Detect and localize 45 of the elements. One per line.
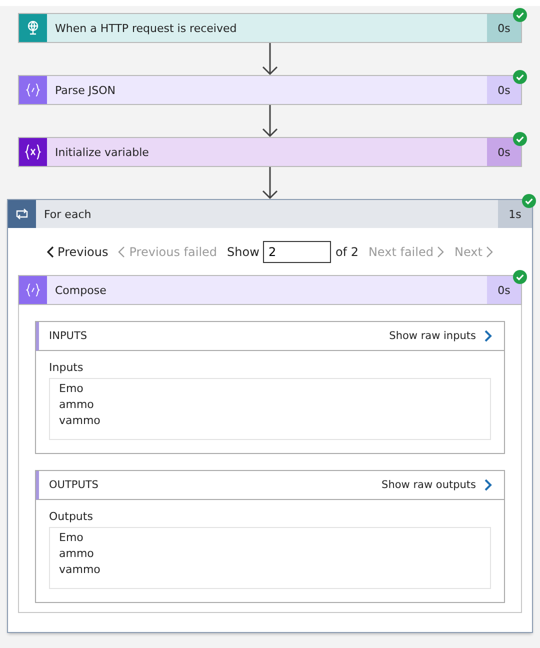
- duration-label: 0s: [487, 138, 521, 166]
- section-heading: OUTPUTS: [49, 479, 98, 491]
- action-card[interactable]: Parse JSON 0s: [19, 76, 521, 104]
- action-card[interactable]: Compose 0s: [19, 276, 521, 304]
- action-title: Initialize variable: [54, 146, 150, 158]
- chevron-right-icon: [484, 479, 492, 491]
- action-title: Compose: [54, 284, 108, 296]
- value-line: vammo: [59, 562, 100, 578]
- loop-icon: [14, 207, 30, 221]
- value-line: ammo: [59, 397, 94, 413]
- braces-icon: [25, 82, 41, 98]
- previous-link[interactable]: Previous: [46, 245, 108, 259]
- action-title: Parse JSON: [54, 84, 117, 96]
- value-line: Emo: [59, 530, 84, 546]
- connector-arrow: [261, 104, 279, 138]
- iteration-field[interactable]: 2: [263, 241, 332, 263]
- connector-arrow: [261, 166, 279, 200]
- duration-label: 0s: [487, 276, 521, 304]
- show-label: Show: [227, 245, 260, 259]
- duration-label: 1s: [498, 200, 532, 228]
- chevron-left-icon: [118, 246, 126, 258]
- count-label: of 2: [335, 245, 358, 259]
- section-heading: INPUTS: [49, 330, 88, 342]
- show-raw-link[interactable]: Show raw outputs: [382, 479, 492, 491]
- chevron-left-icon: [46, 246, 54, 258]
- duration-label: 0s: [487, 14, 521, 42]
- action-title: When a HTTP request is received: [54, 22, 238, 34]
- loop-title: For each: [43, 208, 92, 220]
- value-line: Emo: [59, 381, 84, 397]
- braces-icon: [25, 282, 41, 298]
- loop-header[interactable]: For each 1s: [8, 200, 532, 228]
- value-line: ammo: [59, 546, 94, 562]
- value-line: vammo: [59, 413, 100, 429]
- chevron-right-icon: [486, 246, 494, 258]
- connector-arrow: [261, 42, 279, 76]
- duration-label: 0s: [487, 76, 521, 104]
- chevron-right-icon: [484, 330, 492, 342]
- globe-icon: [25, 20, 41, 36]
- chevron-right-icon: [437, 246, 444, 258]
- field-label: Outputs: [49, 510, 93, 523]
- action-card[interactable]: Initialize variable 0s: [19, 138, 521, 166]
- show-raw-link[interactable]: Show raw inputs: [389, 330, 492, 342]
- action-card[interactable]: When a HTTP request is received 0s: [19, 14, 521, 42]
- field-label: Inputs: [49, 361, 84, 374]
- variable-icon: [24, 143, 42, 161]
